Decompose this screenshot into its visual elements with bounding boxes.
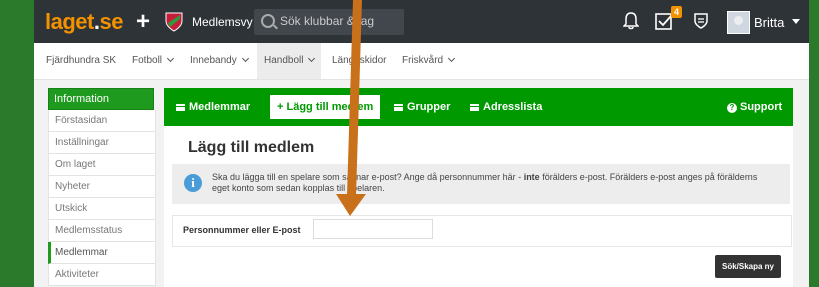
chevron-down-icon [448, 54, 456, 63]
chevron-down-icon [241, 54, 249, 63]
nav-item-langdskidor[interactable]: Längdskidor [332, 43, 386, 79]
nav-label: Längdskidor [332, 55, 387, 66]
menu-icon [470, 104, 479, 111]
sidebar-item-om-laget[interactable]: Om laget [48, 154, 156, 176]
tab-members[interactable]: Medlemmar [176, 88, 250, 126]
plus-icon[interactable]: + [136, 8, 150, 36]
search-input[interactable] [280, 14, 398, 28]
question-icon: ? [727, 103, 737, 113]
nav-item-friskvard[interactable]: Friskvård [402, 43, 456, 79]
sidebar-header[interactable]: Information [48, 88, 154, 110]
sidebar-item-aktiviteter[interactable]: Aktiviteter [48, 264, 156, 286]
info-text: Ska du lägga till en spelare som saknar … [212, 172, 758, 193]
search-box[interactable] [254, 9, 404, 35]
menu-icon [176, 104, 185, 111]
sidebar-item-utskick[interactable]: Utskick [48, 198, 156, 220]
tab-groups[interactable]: Grupper [394, 88, 450, 126]
search-icon [261, 14, 275, 28]
nav-label: Fotboll [132, 55, 163, 66]
sidebar-item-nyheter[interactable]: Nyheter [48, 176, 156, 198]
personnummer-email-input[interactable] [313, 219, 433, 239]
tab-label: Adresslista [483, 101, 543, 113]
sidebar-item-medlemsstatus[interactable]: Medlemsstatus [48, 220, 156, 242]
tab-add-member[interactable]: + Lägg till medlem [270, 95, 381, 119]
sidebar-item-installningar[interactable]: Inställningar [48, 132, 156, 154]
chevron-down-icon [166, 54, 175, 63]
sidebar-item-medlemmar[interactable]: Medlemmar [48, 242, 156, 264]
nav-item-handboll[interactable]: Handboll [257, 43, 322, 79]
shield-icon[interactable] [693, 12, 709, 30]
field-label: Personnummer eller E-post [183, 225, 301, 235]
user-menu[interactable]: Britta [754, 15, 784, 30]
nav-label: Friskvård [402, 55, 444, 66]
member-form: Personnummer eller E-post [172, 215, 792, 247]
info-icon: i [184, 174, 202, 192]
tab-label: Grupper [407, 101, 451, 113]
notification-badge: 4 [671, 6, 683, 18]
chevron-down-icon [308, 54, 316, 63]
tab-address-list[interactable]: Adresslista [470, 88, 542, 126]
tab-label: Medlemmar [189, 101, 251, 113]
sidebar: Information Förstasidan Inställningar Om… [48, 88, 156, 286]
app-window: laget.se + Medlemsvy 4 Britta Fjärdh [34, 0, 809, 287]
support-link[interactable]: ? Support [727, 88, 782, 126]
main-panel: Medlemmar + Lägg till medlem Grupper Adr… [164, 88, 793, 287]
member-view-button[interactable]: Medlemsvy [192, 15, 253, 29]
logo-tld: se [99, 9, 123, 34]
top-bar: laget.se + Medlemsvy 4 Britta [34, 0, 809, 43]
nav-item-innebandy[interactable]: Innebandy [190, 43, 249, 79]
avatar[interactable] [727, 11, 750, 34]
search-create-button[interactable]: Sök/Skapa ny [715, 255, 781, 278]
nav-label: Innebandy [190, 55, 237, 66]
bell-icon[interactable] [623, 12, 639, 30]
page-title: Lägg till medlem [188, 139, 315, 156]
nav-label: Fjärdhundra SK [46, 55, 117, 66]
chevron-down-icon[interactable] [792, 19, 800, 24]
sidebar-item-forstasidan[interactable]: Förstasidan [48, 110, 156, 132]
nav-item-club[interactable]: Fjärdhundra SK [46, 43, 116, 79]
menu-icon [394, 104, 403, 111]
team-nav: Fjärdhundra SK Fotboll Innebandy Handbol… [34, 43, 809, 80]
member-toolbar: Medlemmar + Lägg till medlem Grupper Adr… [164, 88, 793, 126]
logo-text: laget [45, 9, 94, 34]
tab-label: Lägg till medlem [286, 101, 374, 113]
club-shield-icon[interactable] [164, 11, 184, 33]
support-label: Support [740, 101, 783, 113]
nav-label: Handboll [264, 55, 304, 66]
laget-logo[interactable]: laget.se [45, 9, 123, 35]
nav-item-fotboll[interactable]: Fotboll [132, 43, 175, 79]
info-box: i Ska du lägga till en spelare som sakna… [172, 164, 790, 204]
